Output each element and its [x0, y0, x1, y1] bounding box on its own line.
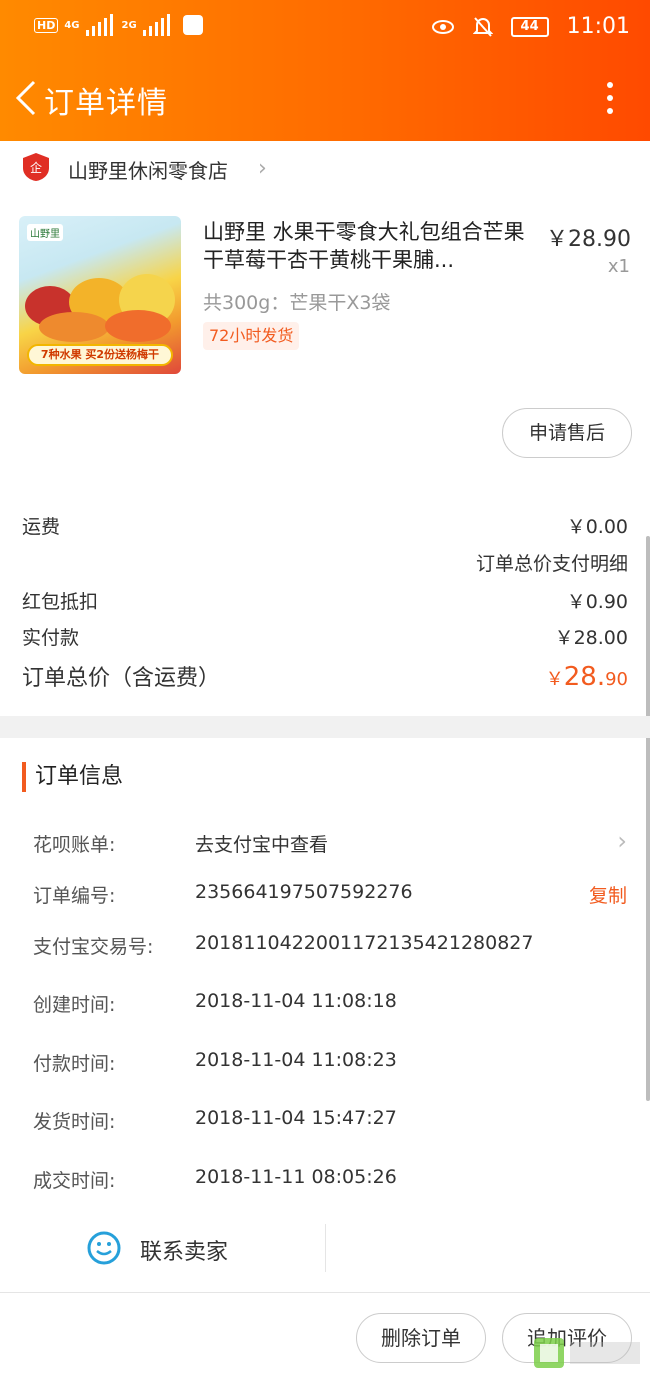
product-image[interactable]: 山野里 7种水果 买2份送杨梅干 — [19, 216, 181, 374]
info-value: 235664197507592276 — [195, 881, 413, 903]
svg-text:企: 企 — [30, 160, 42, 175]
contact-seller-button[interactable]: 联系卖家 — [0, 1220, 325, 1278]
fruit-decoration — [105, 310, 171, 342]
shipping-tag: 72小时发货 — [203, 322, 300, 350]
fruit-decoration — [39, 312, 109, 342]
eye-comfort-icon — [431, 19, 454, 34]
scrollbar[interactable] — [646, 536, 650, 1101]
mute-bell-icon — [472, 16, 493, 37]
info-label: 发货时间: — [33, 1111, 116, 1133]
signal-icon — [85, 14, 116, 36]
payment-detail-link[interactable]: 订单总价支付明细 — [476, 549, 628, 576]
delete-order-button[interactable]: 删除订单 — [356, 1313, 486, 1363]
chevron-right-icon: › — [258, 156, 267, 181]
vertical-divider — [325, 1224, 326, 1272]
product-image-banner: 7种水果 买2份送杨梅干 — [27, 344, 173, 366]
info-label: 成交时间: — [33, 1170, 116, 1192]
order-total-decimal: 90 — [605, 669, 628, 690]
hd-indicator: HD — [34, 17, 59, 33]
network-4g-label: 4G — [64, 19, 80, 31]
product-spec: 共300g：芒果干X3袋 — [203, 292, 391, 314]
bottom-divider — [0, 1292, 650, 1293]
product-quantity: x1 — [607, 256, 630, 277]
info-value: 2018-11-04 15:47:27 — [195, 1107, 397, 1129]
info-value: 去支付宝中查看 — [195, 834, 329, 856]
product-price: ￥28.90 — [546, 227, 631, 252]
app-header: HD 4G 2G 44 11:01 订单详情 — [0, 0, 650, 141]
order-total-row: 订单总价（含运费） ￥28.90 — [22, 660, 628, 692]
app-notification-icon — [182, 15, 203, 35]
more-menu-icon[interactable] — [606, 82, 614, 116]
order-total-integer: 28. — [563, 662, 606, 692]
status-right: 44 11:01 — [431, 14, 630, 39]
info-value: 2018110422001172135421280827 — [195, 932, 534, 954]
paid-label: 实付款 — [22, 627, 80, 649]
paid-value: ￥28.00 — [554, 627, 628, 649]
info-value: 2018-11-04 11:08:23 — [195, 1049, 397, 1071]
chat-smile-icon — [87, 1231, 121, 1265]
info-label: 创建时间: — [33, 994, 116, 1016]
status-bar: HD 4G 2G 44 11:01 — [0, 0, 650, 56]
info-label: 付款时间: — [33, 1053, 116, 1075]
apply-after-sale-button[interactable]: 申请售后 — [502, 408, 632, 458]
shop-badge-icon: 企 — [23, 153, 49, 181]
shipping-fee-value: ￥0.00 — [566, 516, 628, 538]
order-total-value: ￥28.90 — [546, 662, 628, 692]
status-left: HD 4G 2G — [34, 14, 203, 36]
status-time: 11:01 — [566, 14, 630, 39]
product-title[interactable]: 山野里 水果干零食大礼包组合芒果干草莓干杏干黄桃干果脯... — [203, 218, 533, 274]
redpacket-row: 红包抵扣 ￥0.90 — [22, 587, 628, 614]
back-arrow-icon[interactable] — [14, 80, 38, 116]
order-total-currency: ￥ — [545, 669, 564, 690]
contact-seller-label: 联系卖家 — [140, 1240, 229, 1265]
battery-icon: 44 — [510, 16, 549, 37]
order-total-label: 订单总价（含运费） — [22, 666, 221, 691]
network-2g-label: 2G — [121, 19, 137, 31]
shipping-fee-row: 运费 ￥0.00 — [22, 512, 628, 539]
watermark-logo-icon — [534, 1338, 640, 1368]
section-divider — [0, 716, 650, 738]
info-value: 2018-11-04 11:08:18 — [195, 990, 397, 1012]
info-value: 2018-11-11 08:05:26 — [195, 1166, 397, 1188]
page-title: 订单详情 — [44, 86, 168, 121]
copy-button[interactable]: 复制 — [589, 881, 627, 908]
chevron-right-icon: › — [617, 827, 627, 855]
shop-row[interactable]: 企 山野里休闲零食店 › — [0, 141, 650, 195]
payment-detail-row: 订单总价支付明细 — [22, 549, 628, 576]
info-label: 订单编号: — [33, 885, 116, 907]
shipping-fee-label: 运费 — [22, 516, 61, 538]
order-info-title: 订单信息 — [22, 762, 123, 792]
paid-row: 实付款 ￥28.00 — [22, 623, 628, 650]
signal-icon-2 — [142, 14, 173, 36]
redpacket-value: ￥0.90 — [566, 591, 628, 613]
info-label: 花呗账单: — [33, 834, 116, 856]
info-label: 支付宝交易号: — [33, 936, 154, 958]
shop-name: 山野里休闲零食店 — [68, 159, 228, 183]
redpacket-label: 红包抵扣 — [22, 591, 99, 613]
product-image-brand: 山野里 — [27, 224, 63, 241]
